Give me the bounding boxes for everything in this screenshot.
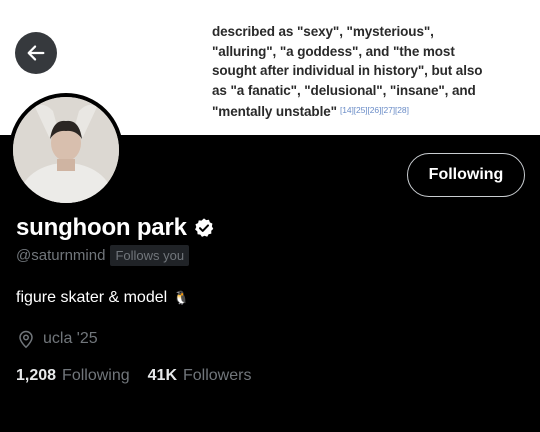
following-label: Following xyxy=(62,367,130,384)
bio: figure skater & model 🐧 xyxy=(16,289,189,307)
display-name: sunghoon park xyxy=(16,214,187,241)
banner-refs: [14][25][26][27][28] xyxy=(339,104,409,115)
follow-stats: 1,208 Following 41K Followers xyxy=(16,367,269,385)
avatar[interactable] xyxy=(9,93,123,207)
verified-badge-icon xyxy=(194,218,213,237)
banner-line-text: "mentally unstable" xyxy=(212,103,337,119)
avatar-image xyxy=(13,97,119,203)
banner-line: "mentally unstable" [14][25][26][27][28] xyxy=(212,101,512,122)
following-stat[interactable]: 1,208 Following xyxy=(16,367,130,385)
handle-row: @saturnmind Follows you xyxy=(16,245,190,266)
location-text: ucla '25 xyxy=(43,330,98,347)
following-button[interactable]: Following xyxy=(407,153,525,197)
followers-count: 41K xyxy=(147,367,177,384)
arrow-left-icon xyxy=(27,45,45,61)
banner-line: described as "sexy", "mysterious", xyxy=(212,24,434,39)
name-row: sunghoon park xyxy=(16,214,215,242)
bio-text: figure skater & model xyxy=(16,289,168,306)
followers-label: Followers xyxy=(183,367,252,384)
banner-quote: described as "sexy", "mysterious", "allu… xyxy=(212,22,512,122)
location: ucla '25 xyxy=(17,329,98,349)
following-count: 1,208 xyxy=(16,367,57,384)
banner-line: as "a fanatic", "delusional", "insane", … xyxy=(212,83,476,99)
followers-stat[interactable]: 41K Followers xyxy=(148,367,252,385)
banner-line: sought after individual in history", but… xyxy=(212,63,483,79)
follows-you-badge: Follows you xyxy=(110,245,190,266)
handle: @saturnmind xyxy=(16,247,106,264)
penguin-icon: 🐧 xyxy=(173,290,190,305)
back-button[interactable] xyxy=(15,32,57,74)
location-pin-icon xyxy=(19,330,33,349)
banner-line: "alluring", "a goddess", and "the most xyxy=(212,43,455,59)
